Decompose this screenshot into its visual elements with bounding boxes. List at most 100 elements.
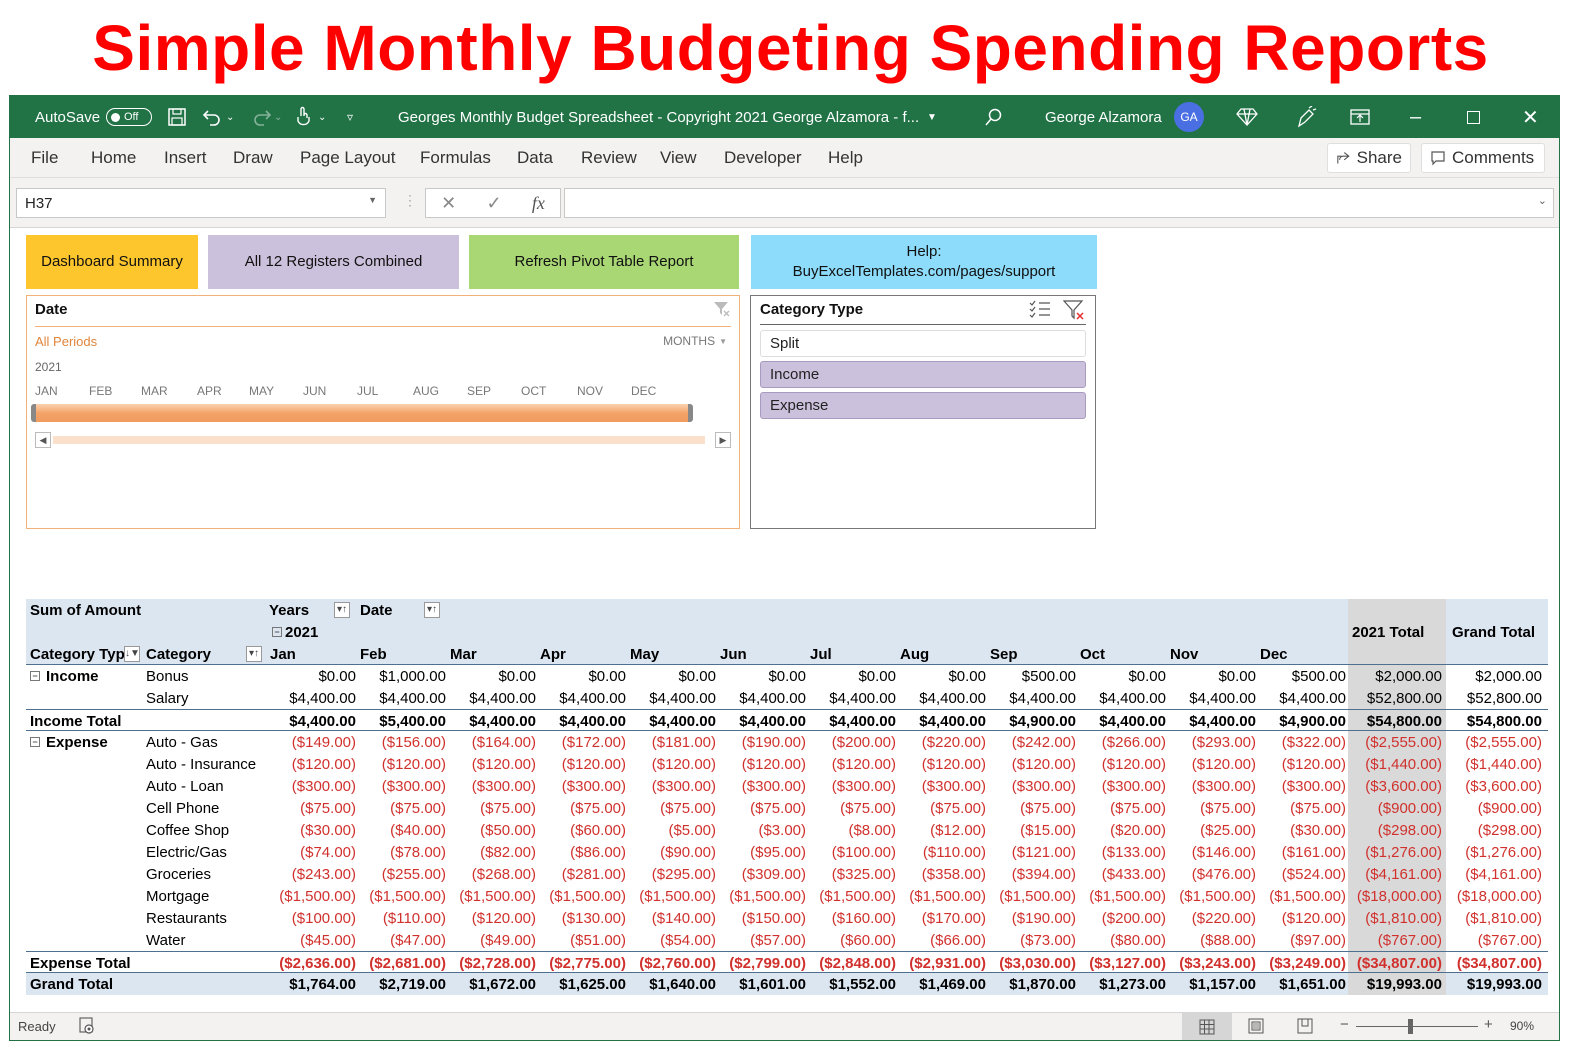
share-button[interactable]: Share [1327, 143, 1411, 173]
clear-filter-icon[interactable] [1062, 299, 1085, 326]
dashboard-summary-button[interactable]: Dashboard Summary [26, 235, 198, 289]
zoom-level[interactable]: 90% [1510, 1019, 1534, 1033]
refresh-pivot-button[interactable]: Refresh Pivot Table Report [469, 235, 739, 289]
zoom-slider-thumb[interactable] [1408, 1019, 1414, 1034]
month-label[interactable]: JUL [357, 384, 378, 398]
value-cell: $4,400.00 [649, 689, 716, 707]
slicer-item-split[interactable]: Split [760, 330, 1086, 357]
close-icon[interactable]: ✕ [1522, 96, 1539, 138]
collapse-icon[interactable]: − [30, 671, 40, 681]
month-label[interactable]: MAY [249, 384, 274, 398]
status-text: Ready [18, 1019, 56, 1034]
total-cell: ($3,249.00) [1269, 954, 1346, 972]
comments-button[interactable]: Comments [1421, 143, 1545, 173]
month-label[interactable]: NOV [577, 384, 603, 398]
user-avatar[interactable]: GA [1174, 102, 1204, 132]
month-label[interactable]: JAN [35, 384, 58, 398]
tab-review[interactable]: Review [581, 138, 637, 178]
tab-help[interactable]: Help [828, 138, 863, 178]
tab-formulas[interactable]: Formulas [420, 138, 491, 178]
time-level-selector[interactable]: MONTHS ▼ [663, 334, 727, 348]
tab-data[interactable]: Data [517, 138, 553, 178]
slicer-item-income[interactable]: Income [760, 361, 1086, 388]
years-field-label[interactable]: Years [269, 599, 329, 621]
tab-file[interactable]: File [31, 138, 58, 178]
redo-icon[interactable]: ⌄ [250, 96, 282, 138]
collapse-icon[interactable]: − [30, 737, 40, 747]
autosave-toggle[interactable]: Off [106, 108, 152, 126]
month-label[interactable]: FEB [89, 384, 112, 398]
tab-home[interactable]: Home [91, 138, 136, 178]
group-label[interactable]: − Income [30, 665, 140, 687]
tab-page-layout[interactable]: Page Layout [300, 138, 395, 178]
share-label: Share [1356, 148, 1402, 167]
multi-select-icon[interactable] [1029, 299, 1051, 324]
timeline-selection-bar[interactable] [31, 404, 693, 422]
tab-draw[interactable]: Draw [233, 138, 273, 178]
formula-bar-resize-handle[interactable]: ⋮ [403, 192, 417, 209]
timeline-right-handle[interactable] [688, 404, 693, 422]
pen-coauthor-icon[interactable] [1295, 96, 1317, 138]
years-filter-dropdown-icon[interactable]: ▾↑ [334, 599, 354, 621]
customize-qat-icon[interactable]: ▿ [347, 96, 353, 138]
slicer-item-expense[interactable]: Expense [760, 392, 1086, 419]
date-field-label[interactable]: Date [360, 599, 420, 621]
zoom-slider-track[interactable] [1356, 1026, 1478, 1027]
month-label[interactable]: APR [197, 384, 222, 398]
value-cell: $4,400.00 [559, 689, 626, 707]
help-button[interactable]: Help: BuyExcelTemplates.com/pages/suppor… [751, 235, 1097, 289]
month-label[interactable]: SEP [467, 384, 491, 398]
ribbon-display-icon[interactable] [1350, 96, 1370, 138]
tab-view[interactable]: View [660, 138, 697, 178]
tab-insert[interactable]: Insert [164, 138, 207, 178]
value-cell: ($120.00) [1101, 755, 1166, 773]
save-icon[interactable] [167, 96, 187, 138]
year-group-header[interactable]: −2021 [272, 621, 362, 643]
month-label[interactable]: JUN [303, 384, 326, 398]
name-box[interactable]: H37 ▼ [16, 188, 386, 218]
diamond-premium-icon[interactable] [1236, 96, 1258, 138]
timeline-scrollbar[interactable] [53, 436, 705, 444]
document-title[interactable]: Georges Monthly Budget Spreadsheet - Cop… [398, 96, 919, 138]
formula-input[interactable]: ⌄ [564, 188, 1554, 218]
normal-view-icon[interactable] [1182, 1013, 1232, 1040]
month-label[interactable]: MAR [141, 384, 168, 398]
title-dropdown-icon[interactable]: ▼ [927, 96, 937, 138]
cancel-icon[interactable]: ✕ [441, 193, 456, 214]
scroll-right-icon[interactable]: ▶ [715, 432, 731, 448]
minimize-icon[interactable]: – [1410, 96, 1421, 138]
month-label[interactable]: DEC [631, 384, 656, 398]
all-registers-button[interactable]: All 12 Registers Combined [208, 235, 459, 289]
undo-dropdown-icon[interactable]: ⌄ [226, 112, 234, 123]
value-cell: ($75.00) [570, 799, 626, 817]
zoom-out-button[interactable]: − [1340, 1016, 1349, 1033]
month-label[interactable]: OCT [521, 384, 546, 398]
accessibility-icon[interactable] [78, 1017, 96, 1038]
clear-filter-icon[interactable] [713, 300, 731, 321]
grand-total-cell: ($34,807.00) [1456, 954, 1542, 972]
tab-developer[interactable]: Developer [724, 138, 802, 178]
scroll-left-icon[interactable]: ◀ [35, 432, 51, 448]
touch-mode-icon[interactable]: ⌄ [294, 96, 326, 138]
total-cell: $4,400.00 [289, 712, 356, 730]
undo-icon[interactable]: ⌄ [202, 96, 234, 138]
collapse-icon[interactable]: − [272, 627, 282, 637]
touch-mode-dropdown-icon[interactable]: ⌄ [318, 112, 326, 123]
insert-function-icon[interactable]: fx [532, 193, 545, 214]
page-break-preview-icon[interactable] [1297, 1018, 1313, 1037]
date-filter-dropdown-icon[interactable]: ▾↑ [424, 599, 444, 621]
value-cell: ($50.00) [480, 821, 536, 839]
category-filter-dropdown-icon[interactable]: ▾↑ [246, 643, 266, 665]
group-label[interactable]: − Expense [30, 731, 140, 753]
month-label[interactable]: AUG [413, 384, 439, 398]
user-name[interactable]: George Alzamora [1045, 96, 1162, 138]
expand-formula-icon[interactable]: ⌄ [1538, 194, 1547, 207]
timeline-left-handle[interactable] [31, 404, 36, 422]
name-box-dropdown-icon[interactable]: ▼ [368, 195, 377, 205]
maximize-icon[interactable] [1467, 96, 1480, 138]
enter-icon[interactable]: ✓ [486, 193, 501, 214]
zoom-in-button[interactable]: + [1484, 1016, 1493, 1033]
search-icon[interactable] [983, 96, 1003, 138]
page-layout-view-icon[interactable] [1248, 1018, 1264, 1037]
category-type-filter-icon[interactable]: ↓▼ [124, 643, 144, 665]
